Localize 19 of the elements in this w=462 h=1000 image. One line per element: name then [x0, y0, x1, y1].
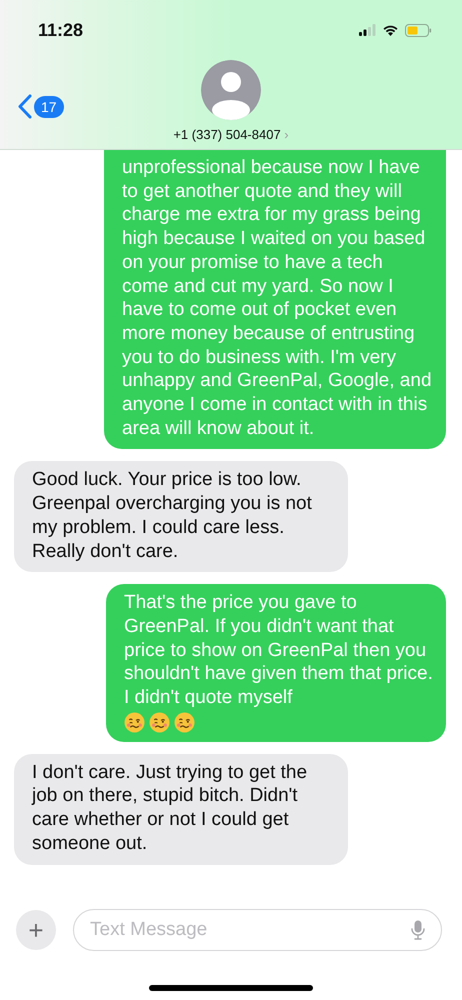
status-time: 11:28 — [38, 20, 84, 40]
message-text: Good luck. Your price is too low. Greenpal overcharging you is not my problem. I could care less. Really don't care. — [32, 468, 313, 564]
unread-count-badge: 17 — [34, 96, 64, 118]
add-button[interactable]: + — [16, 910, 56, 950]
signal-icon — [359, 24, 376, 36]
woozy-face-icon — [149, 712, 170, 733]
chevron-left-icon — [18, 94, 32, 119]
message-text: unprofessional because now I have to get another quote and they will charge me extra for my grass being high because I waited on you based on your promise to have a tech come and cut my yard. So now I have to come out of pocket even more money because of entrusting you to do business with. I'm very unhappy and GreenPal, Google, and anyone I come in contact with in this area will know about it. — [122, 156, 433, 440]
message-text: I don't care. Just trying to get the job on there, stupid bitch. Didn't care whether or not I could get someone out. — [32, 760, 308, 856]
back-button[interactable]: 17 — [18, 94, 64, 119]
woozy-face-icon — [174, 712, 195, 733]
message-input-field[interactable]: Text Message — [73, 909, 442, 951]
avatar-icon — [201, 60, 261, 120]
message-text: That's the price you gave to GreenPal. If you didn't want that price to show on GreenPal then you shouldn't have given them that price. I didn't quote myself — [124, 591, 434, 710]
wifi-icon — [382, 24, 399, 36]
contact-name[interactable]: +1 (337) 504-8407 › — [173, 127, 289, 142]
microphone-icon — [411, 920, 425, 940]
battery-icon — [405, 24, 432, 36]
woozy-face-icon — [124, 712, 145, 733]
